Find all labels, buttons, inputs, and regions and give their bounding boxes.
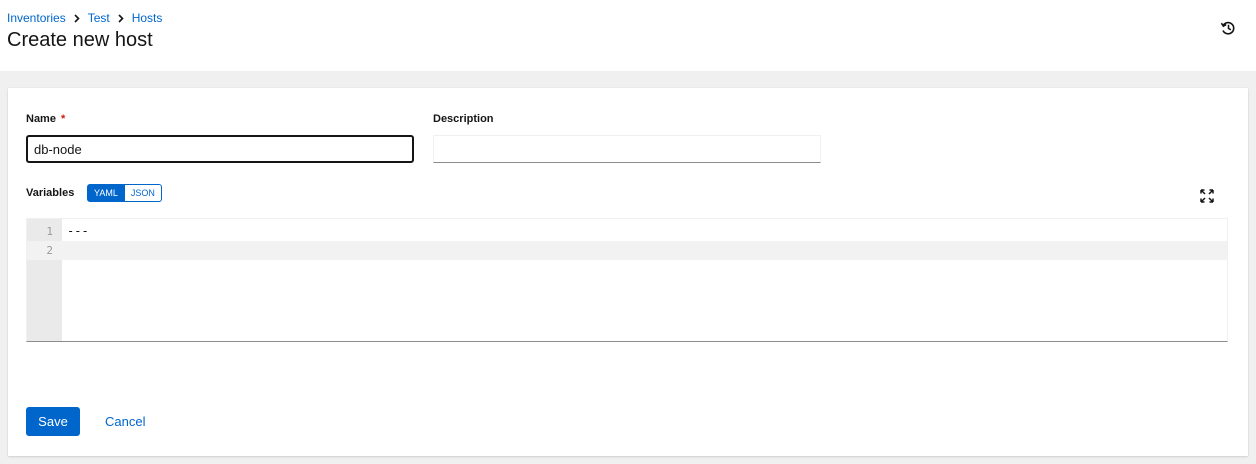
breadcrumb-inventories[interactable]: Inventories: [7, 11, 66, 25]
description-label: Description: [433, 113, 494, 125]
yaml-toggle-button[interactable]: YAML: [87, 184, 125, 202]
editor-line[interactable]: 1 ---: [27, 222, 1227, 241]
expand-icon[interactable]: [1200, 189, 1214, 203]
variables-format-toggle: YAML JSON: [87, 184, 162, 202]
breadcrumb-hosts[interactable]: Hosts: [132, 11, 163, 25]
breadcrumb-test[interactable]: Test: [88, 11, 110, 25]
line-number: 2: [46, 244, 53, 257]
required-indicator: *: [60, 113, 66, 125]
history-icon[interactable]: [1220, 20, 1236, 36]
json-toggle-button[interactable]: JSON: [124, 184, 162, 202]
chevron-right-icon: [74, 13, 80, 23]
form-card: Name* Description Variables YAML JSON 1 …: [8, 88, 1248, 456]
editor-line[interactable]: 2: [27, 241, 1227, 260]
page-title: Create new host: [7, 29, 153, 51]
description-input[interactable]: [433, 135, 821, 163]
variables-label: Variables: [26, 187, 75, 199]
save-button[interactable]: Save: [26, 407, 80, 436]
cancel-button[interactable]: Cancel: [96, 407, 154, 436]
variables-code-editor[interactable]: 1 --- 2: [26, 218, 1228, 342]
chevron-right-icon: [118, 13, 124, 23]
line-number: 1: [46, 225, 53, 238]
name-label: Name *: [26, 113, 66, 125]
breadcrumb: Inventories Test Hosts: [7, 11, 162, 25]
line-text[interactable]: ---: [67, 222, 89, 241]
page-header: Inventories Test Hosts Create new host: [0, 0, 1256, 71]
name-input[interactable]: [26, 135, 414, 163]
